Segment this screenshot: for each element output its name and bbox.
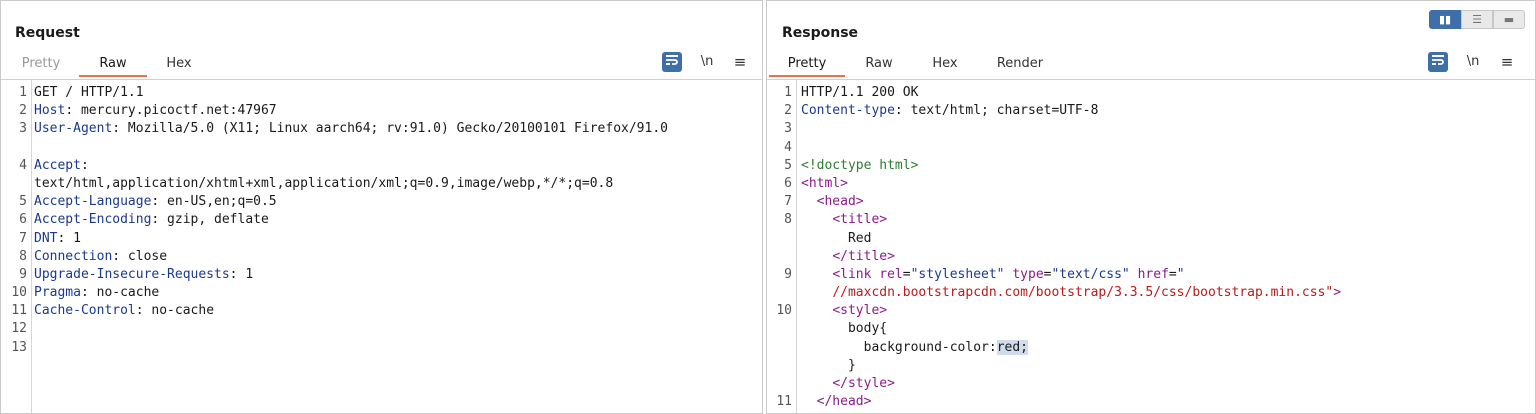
response-lines: 1 HTTP/1.1 200 OK 2 Content-type: text/htm… <box>767 84 1521 411</box>
code-line: 11 </head> <box>776 394 872 410</box>
single-pane-icon[interactable]: ▬ <box>1493 10 1525 29</box>
request-pane: Request Pretty Raw Hex \n ≡ 1 GET / HTTP/… <box>0 0 763 414</box>
code-line: </style> <box>832 376 895 391</box>
code-line: 13 <box>11 339 27 355</box>
code-line: 4 Accept: text/html,application/xhtml+xml… <box>19 157 614 191</box>
code-line: Red <box>847 230 872 246</box>
response-editor[interactable]: 1 HTTP/1.1 200 OK 2 Content-type: text/htm… <box>767 79 1535 413</box>
code-line: 9 <link rel="stylesheet" type="text/css"… <box>784 266 1185 282</box>
code-line: 5 <!doctype html> <box>784 157 919 173</box>
response-tab-pretty[interactable]: Pretty <box>769 51 845 77</box>
selected-text: red; <box>996 339 1028 355</box>
code-line: 2 Content-type: text/html; charset=UTF-8 <box>784 103 1099 119</box>
response-pane: Response ▮▮ ☰ ▬ Pretty Raw Hex Render \n… <box>766 0 1536 414</box>
code-line: 9 Upgrade-Insecure-Requests: 1 <box>19 266 254 282</box>
menu-icon[interactable]: ≡ <box>730 52 750 72</box>
code-line: 6 Accept-Encoding: gzip, deflate <box>19 212 269 228</box>
newline-toggle-icon[interactable]: \n <box>697 52 717 72</box>
request-lines: 1 GET / HTTP/1.1 2 Host: mercury.picoctf.ne… <box>1 84 748 357</box>
code-line: 11 Cache-Control: no-cache <box>11 303 215 319</box>
request-tab-hex[interactable]: Hex <box>147 51 211 77</box>
code-line: 4 <box>784 139 792 155</box>
code-line: 1 GET / HTTP/1.1 <box>19 85 144 100</box>
response-tab-raw[interactable]: Raw <box>845 51 913 77</box>
code-line: 10 Pragma: no-cache <box>11 285 160 301</box>
request-editor[interactable]: 1 GET / HTTP/1.1 2 Host: mercury.picoctf.ne… <box>1 79 762 413</box>
word-wrap-icon[interactable] <box>662 52 682 72</box>
code-line: 12 <box>11 321 27 337</box>
newline-toggle-icon[interactable]: \n <box>1463 52 1483 72</box>
response-tabs: Pretty Raw Hex Render <box>769 51 1063 77</box>
code-line: //maxcdn.bootstrapcdn.com/bootstrap/3.3.… <box>832 285 1342 301</box>
code-line: 1 HTTP/1.1 200 OK <box>784 85 919 100</box>
layout-toggle: ▮▮ ☰ ▬ <box>1429 10 1525 29</box>
code-line: 3 <box>784 121 792 137</box>
code-line: 6 <html> <box>784 175 848 191</box>
response-title: Response <box>782 25 859 41</box>
request-tab-raw[interactable]: Raw <box>79 51 147 77</box>
split-horizontal-icon[interactable]: ☰ <box>1461 10 1493 29</box>
code-line: 8 <title> <box>784 212 888 228</box>
response-tab-render[interactable]: Render <box>977 51 1063 77</box>
code-line: 8 Connection: close <box>19 248 168 264</box>
code-line: 3 User-Agent: Mozilla/5.0 (X11; Linux aar… <box>19 121 668 137</box>
menu-icon[interactable]: ≡ <box>1497 52 1517 72</box>
split-vertical-icon[interactable]: ▮▮ <box>1429 10 1461 29</box>
code-line: 7 DNT: 1 <box>19 230 81 246</box>
word-wrap-icon[interactable] <box>1428 52 1448 72</box>
code-line: body{ <box>847 321 888 337</box>
code-line: 2 Host: mercury.picoctf.net:47967 <box>19 103 277 119</box>
code-line: </title> <box>832 248 895 264</box>
request-tab-pretty[interactable]: Pretty <box>3 51 79 77</box>
request-title: Request <box>15 25 80 41</box>
code-line: } <box>847 357 856 373</box>
response-tab-hex[interactable]: Hex <box>913 51 977 77</box>
code-line: 5 Accept-Language: en-US,en;q=0.5 <box>19 194 277 210</box>
code-line: background-color:red; <box>863 339 1028 355</box>
code-line: 7 <head> <box>784 194 864 210</box>
code-line: 10 <style> <box>776 303 888 319</box>
request-tabs: Pretty Raw Hex <box>3 51 211 77</box>
